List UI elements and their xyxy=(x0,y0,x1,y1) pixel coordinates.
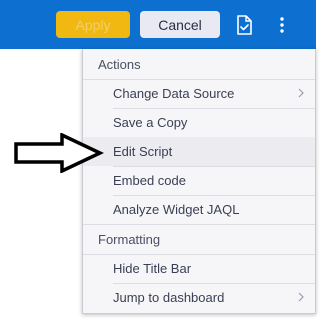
apply-button[interactable]: Apply xyxy=(56,11,130,38)
menu-item-hide-title-bar[interactable]: Hide Title Bar xyxy=(83,254,315,283)
menu-item-save-a-copy[interactable]: Save a Copy xyxy=(83,108,315,137)
menu-item-change-data-source[interactable]: Change Data Source xyxy=(83,79,315,108)
document-check-icon[interactable] xyxy=(234,13,254,37)
menu-item-label: Analyze Widget JAQL xyxy=(113,202,240,217)
widget-toolbar: Apply Cancel xyxy=(0,0,316,49)
menu-item-analyze-widget-jaql[interactable]: Analyze Widget JAQL xyxy=(83,195,315,224)
menu-item-jump-to-dashboard[interactable]: Jump to dashboard xyxy=(83,283,315,312)
more-vertical-icon[interactable] xyxy=(272,13,292,37)
widget-options-menu: Actions Change Data Source Save a Copy E… xyxy=(82,49,316,314)
cancel-button[interactable]: Cancel xyxy=(140,11,220,38)
menu-item-label: Edit Script xyxy=(113,144,173,159)
menu-item-label: Save a Copy xyxy=(113,115,188,130)
chevron-right-icon xyxy=(295,87,307,99)
menu-item-label: Hide Title Bar xyxy=(113,261,192,276)
pointing-arrow-icon xyxy=(14,133,104,173)
menu-item-label: Jump to dashboard xyxy=(113,290,225,305)
menu-item-embed-code[interactable]: Embed code xyxy=(83,166,315,195)
menu-item-label: Embed code xyxy=(113,173,186,188)
chevron-right-icon xyxy=(295,291,307,303)
menu-item-label: Change Data Source xyxy=(113,86,235,101)
menu-section-actions-header: Actions xyxy=(98,57,141,72)
menu-section-formatting-header: Formatting xyxy=(98,232,161,247)
menu-item-edit-script[interactable]: Edit Script xyxy=(83,137,315,166)
